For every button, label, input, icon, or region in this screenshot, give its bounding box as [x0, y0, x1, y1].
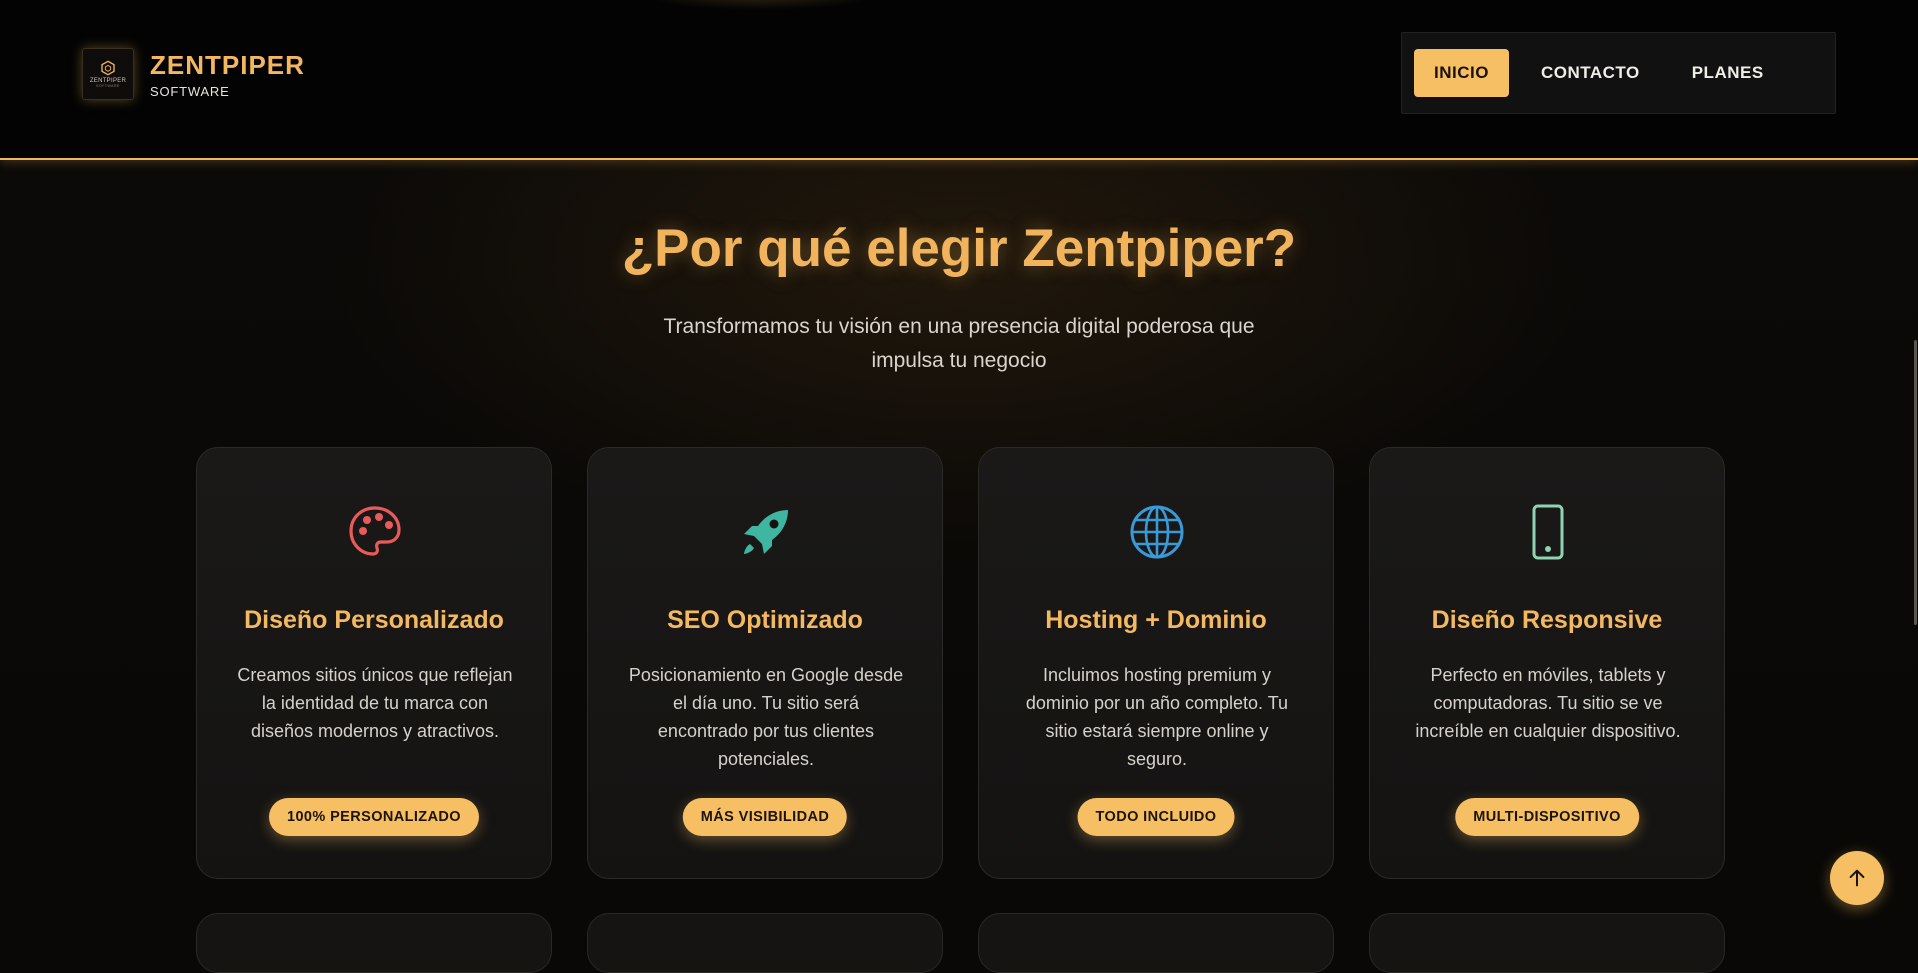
scrollbar-thumb[interactable]: [1914, 340, 1917, 625]
logo: ZENTPIPER SOFTWARE: [82, 48, 134, 100]
back-to-top-button[interactable]: [1830, 851, 1884, 905]
feature-card-partial: [587, 913, 943, 973]
feature-description: Posicionamiento en Google desde el día u…: [628, 665, 904, 769]
section-subtitle: Transformamos tu visión en una presencia…: [663, 315, 1255, 372]
nav-item-contacto[interactable]: CONTACTO: [1521, 49, 1660, 97]
feature-description: Creamos sitios únicos que reflejan la id…: [237, 665, 513, 741]
feature-card: Diseño Responsive Perfecto en móviles, t…: [1369, 447, 1725, 879]
arrow-up-icon: [1849, 869, 1865, 887]
feature-card-partial: [196, 913, 552, 973]
smartphone-icon: [1532, 504, 1564, 560]
rocket-icon: [744, 510, 788, 554]
scrollbar[interactable]: [1912, 160, 1918, 939]
hexagon-logo-icon: [101, 60, 115, 76]
logo-subtext: SOFTWARE: [96, 84, 120, 88]
feature-card: Hosting + Dominio Incluimos hosting prem…: [978, 447, 1334, 879]
feature-title: Hosting + Dominio: [1045, 606, 1267, 634]
nav-item-inicio[interactable]: INICIO: [1414, 49, 1509, 97]
feature-badge: 100% PERSONALIZADO: [269, 798, 479, 836]
feature-description: Perfecto en móviles, tablets y computado…: [1415, 665, 1681, 741]
globe-icon: [1130, 505, 1184, 559]
feature-card-partial: [1369, 913, 1725, 973]
feature-description: Incluimos hosting premium y dominio por …: [1025, 665, 1289, 769]
feature-badge: TODO INCLUIDO: [1077, 798, 1235, 836]
brand[interactable]: ZENTPIPER SOFTWARE ZENTPIPER SOFTWARE: [82, 48, 305, 100]
feature-title: Diseño Personalizado: [244, 606, 504, 634]
feature-title: SEO Optimizado: [667, 606, 863, 634]
section-title: ¿Por qué elegir Zentpiper?: [621, 219, 1297, 278]
palette-icon: [349, 506, 401, 556]
nav-item-planes[interactable]: PLANES: [1672, 49, 1784, 97]
feature-title: Diseño Responsive: [1431, 606, 1663, 634]
feature-card: SEO Optimizado Posicionamiento en Google…: [587, 447, 943, 879]
brand-tagline: SOFTWARE: [150, 83, 230, 99]
feature-card-partial: [978, 913, 1334, 973]
feature-card: Diseño Personalizado Creamos sitios únic…: [196, 447, 552, 879]
header-glow: [640, 0, 880, 10]
brand-name: ZENTPIPER: [150, 49, 305, 80]
site-header: ZENTPIPER SOFTWARE ZENTPIPER SOFTWARE IN…: [0, 0, 1918, 160]
feature-badge: MÁS VISIBILIDAD: [682, 798, 848, 836]
feature-badge: MULTI-DISPOSITIVO: [1455, 798, 1639, 836]
main-nav: INICIO CONTACTO PLANES: [1401, 32, 1836, 114]
